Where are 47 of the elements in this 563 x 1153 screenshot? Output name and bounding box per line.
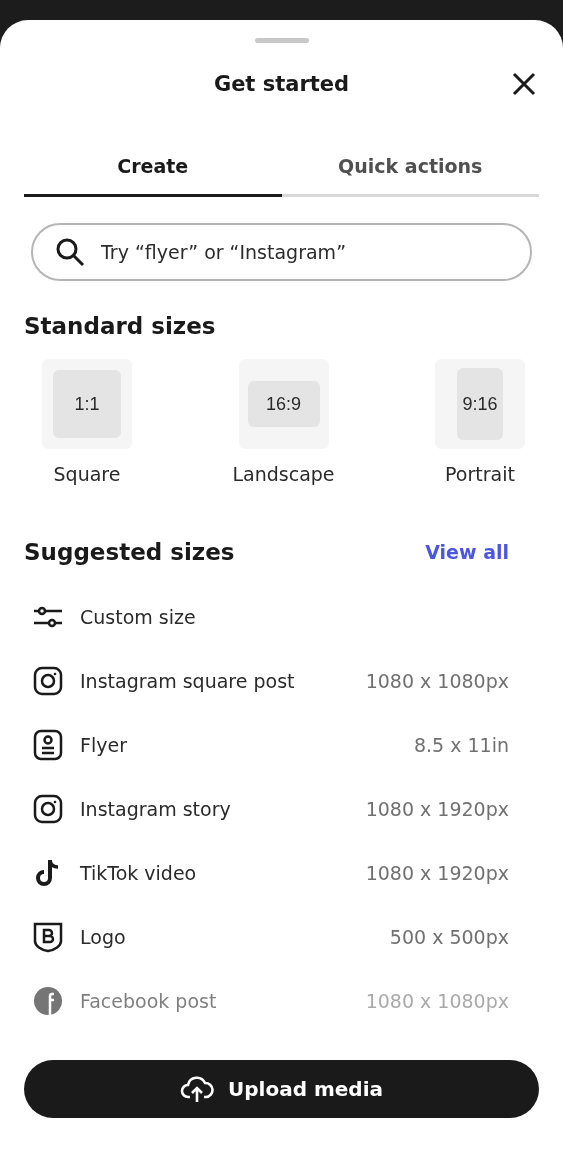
tab[interactable]: Quick actions: [281, 147, 539, 197]
search-field[interactable]: Try “flyer” or “Instagram”: [31, 223, 532, 281]
size-row[interactable]: Instagram square post 1080 x 1080px: [24, 649, 539, 713]
ratio-label: 9:16: [457, 368, 503, 440]
size-row[interactable]: TikTok video 1080 x 1920px: [24, 841, 539, 905]
size-name: Custom size: [80, 606, 197, 628]
drag-handle[interactable]: [254, 38, 309, 43]
tab[interactable]: Create: [24, 147, 282, 197]
section-heading: Standard sizes: [24, 313, 217, 339]
instagram-icon: [32, 665, 64, 697]
search-icon: [55, 237, 85, 267]
size-name: Logo: [80, 926, 127, 948]
close-icon: [511, 71, 537, 97]
view-all-link[interactable]: View all: [425, 541, 509, 563]
ratio-label: 16:9: [247, 381, 320, 427]
cloud-upload-icon: [180, 1074, 214, 1104]
size-label: Portrait: [445, 463, 515, 485]
size-row[interactable]: Instagram story 1080 x 1920px: [24, 777, 539, 841]
section-heading: Suggested sizes: [24, 539, 235, 565]
ratio-label: 1:1: [53, 370, 121, 438]
size-dimensions: 1080 x 1080px: [365, 990, 509, 1012]
size-name: Flyer: [80, 734, 128, 756]
size-dimensions: 1080 x 1920px: [365, 798, 509, 820]
facebook-icon: [32, 985, 64, 1017]
size-row[interactable]: Flyer 8.5 x 11in: [24, 713, 539, 777]
upload-media-button[interactable]: Upload media: [24, 1060, 539, 1118]
size-name: Instagram story: [80, 798, 232, 820]
size-name: Instagram square post: [80, 670, 296, 692]
size-name: Facebook post: [80, 990, 218, 1012]
close-button[interactable]: [511, 71, 537, 97]
size-row[interactable]: Custom size: [24, 585, 539, 649]
sheet-title: Get started: [213, 72, 350, 96]
size-row[interactable]: Facebook post 1080 x 1080px: [24, 969, 539, 1033]
size-dimensions: 1080 x 1920px: [365, 862, 509, 884]
size-dimensions: 8.5 x 11in: [413, 734, 509, 756]
size-tile[interactable]: 9:16: [435, 359, 525, 449]
size-tile[interactable]: 1:1: [42, 359, 132, 449]
instagram-icon: [32, 793, 64, 825]
logo-icon: [32, 921, 64, 953]
size-row[interactable]: Logo 500 x 500px: [24, 905, 539, 969]
size-label: Landscape: [232, 463, 335, 485]
size-dimensions: 500 x 500px: [389, 926, 509, 948]
size-name: TikTok video: [80, 862, 198, 884]
flyer-icon: [32, 729, 64, 761]
size-label: Square: [53, 463, 121, 485]
size-tile[interactable]: 16:9: [238, 359, 329, 449]
size-dimensions: 1080 x 1080px: [365, 670, 509, 692]
